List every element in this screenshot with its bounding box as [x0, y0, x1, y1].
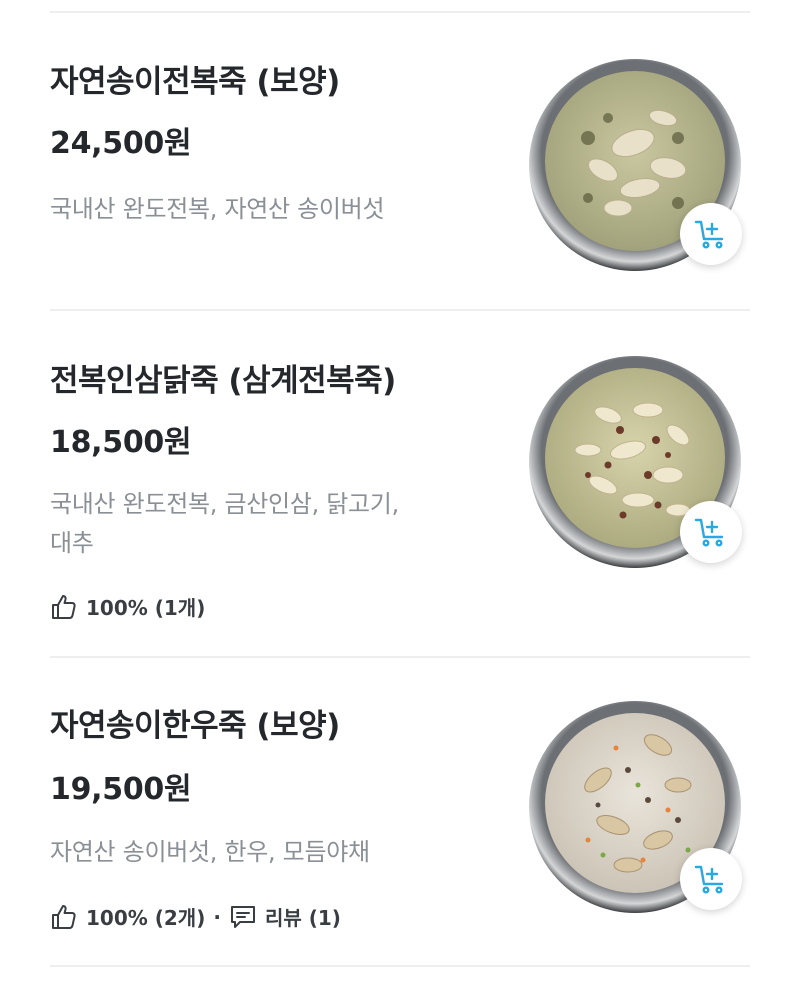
item-rating: 100% (1개) [50, 592, 205, 621]
item-price: 19,500원 [50, 772, 192, 807]
like-percent: 100% (2개) [86, 906, 206, 930]
item-description: 국내산 완도전복, 금산인삼, 닭고기, 대추 [50, 485, 470, 563]
item-description: 국내산 완도전복, 자연산 송이버섯 [50, 195, 385, 223]
item-description-line: 대추 [50, 529, 94, 557]
divider-bottom [50, 965, 750, 967]
thumbs-up-icon [50, 903, 78, 931]
item-name: 자연송이한우죽 (보양) [50, 708, 340, 744]
menu-item[interactable]: 전복인삼닭죽 (삼계전복죽) 18,500원 국내산 완도전복, 금산인삼, 닭… [0, 311, 800, 655]
add-to-cart-button[interactable] [680, 203, 742, 265]
add-to-cart-icon [694, 220, 724, 249]
menu-item[interactable]: 자연송이전복죽 (보양) 24,500원 국내산 완도전복, 자연산 송이버섯 [0, 0, 800, 300]
add-to-cart-icon [694, 865, 724, 894]
review-comment-icon [229, 903, 257, 931]
item-rating: 100% (2개) · 리뷰 (1) [50, 902, 341, 931]
review-count[interactable]: 리뷰 (1) [265, 902, 341, 931]
meta-separator: · [213, 904, 221, 929]
item-name: 전복인삼닭죽 (삼계전복죽) [50, 363, 396, 399]
item-price: 18,500원 [50, 425, 192, 460]
menu-item[interactable]: 자연송이한우죽 (보양) 19,500원 자연산 송이버섯, 한우, 모듬야채 … [0, 658, 800, 964]
item-description: 자연산 송이버섯, 한우, 모듬야채 [50, 838, 370, 866]
add-to-cart-button[interactable] [680, 848, 742, 910]
item-price: 24,500원 [50, 126, 192, 161]
item-name: 자연송이전복죽 (보양) [50, 64, 340, 100]
add-to-cart-button[interactable] [680, 501, 742, 563]
like-percent: 100% (1개) [86, 596, 206, 620]
thumbs-up-icon [50, 593, 78, 621]
item-description-line: 국내산 완도전복, 금산인삼, 닭고기, [50, 490, 399, 518]
add-to-cart-icon [694, 518, 724, 547]
